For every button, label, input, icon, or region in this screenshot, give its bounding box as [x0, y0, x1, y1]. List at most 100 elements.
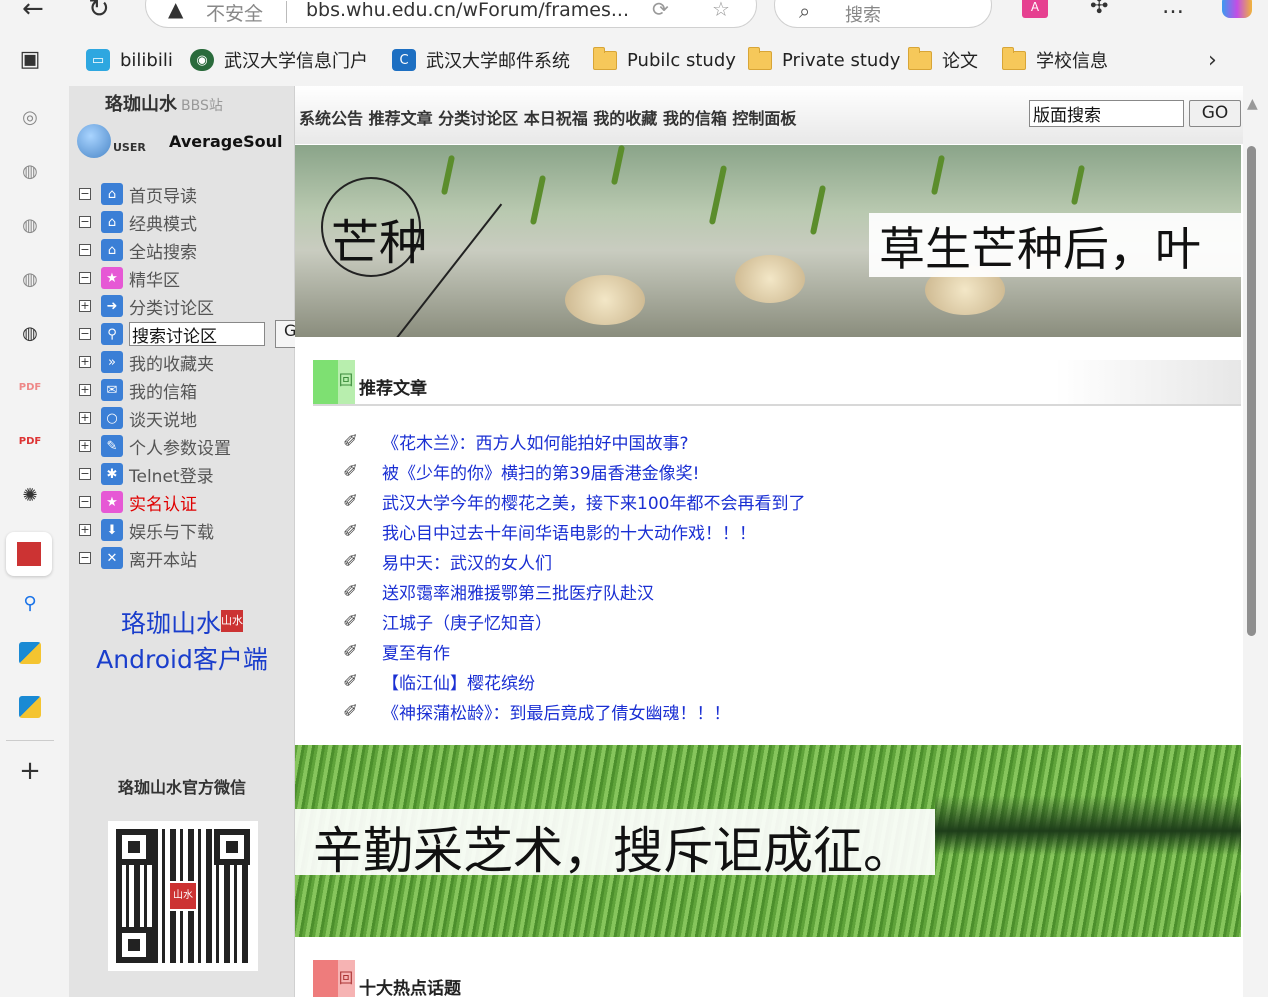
reader-icon[interactable]: ⟳	[652, 0, 669, 21]
tree-item-board-search[interactable]: −⚲G	[79, 320, 305, 348]
expand-box[interactable]: +	[79, 300, 91, 312]
tree-item-home-guide[interactable]: − ⌂ 首页导读	[79, 180, 265, 208]
article-link[interactable]: 夏至有作	[382, 639, 450, 664]
tree-item-downloads[interactable]: + ⬇ 娱乐与下载	[79, 516, 265, 544]
tree-item-label: 我的信箱	[129, 382, 197, 403]
tree-item-chat[interactable]: + ○ 谈天说地	[79, 404, 265, 432]
tree-item-favorites[interactable]: + » 我的收藏夹	[79, 348, 265, 376]
chatgpt-icon[interactable]: ✺	[15, 480, 45, 510]
expand-box[interactable]: +	[79, 524, 91, 536]
article-link[interactable]: 江城子（庚子忆知音）	[382, 609, 552, 634]
go-button[interactable]: GO	[1189, 100, 1241, 127]
browser-search-box[interactable]: ⌕ 搜索	[774, 0, 992, 28]
menu-links[interactable]: 系统公告 推荐文章 分类讨论区 本日祝福 我的收藏 我的信箱 控制面板	[299, 105, 796, 129]
bookmark-folder-private[interactable]: Private study	[748, 46, 900, 74]
straw-hat	[735, 255, 805, 303]
favorite-icon: »	[101, 351, 123, 373]
whu-site-icon[interactable]: ◎	[15, 102, 45, 132]
android-client-link[interactable]: 珞珈山水山水 Android客户端	[69, 606, 295, 678]
url-text[interactable]: bbs.whu.edu.cn/wForum/frames...	[306, 0, 629, 21]
tree-item-real-name[interactable]: − ★ 实名认证	[79, 488, 265, 516]
collapse-box[interactable]: −	[79, 468, 91, 480]
expand-box[interactable]: +	[79, 440, 91, 452]
tree-item-classic-mode[interactable]: − ⌂ 经典模式	[79, 208, 265, 236]
app-icon[interactable]	[19, 642, 41, 664]
refresh-icon[interactable]: ↻	[88, 0, 110, 24]
article-link[interactable]: 被《少年的你》横扫的第39届香港金像奖!	[382, 459, 699, 484]
bookmark-folder-paper[interactable]: 论文	[908, 46, 978, 74]
list-item[interactable]: ✐ 被《少年的你》横扫的第39届香港金像奖!	[343, 456, 805, 486]
bookmark-bilibili[interactable]: ▭ bilibili	[86, 46, 173, 74]
article-link[interactable]: 【临江仙】樱花缤纷	[382, 669, 535, 694]
article-link[interactable]: 武汉大学今年的樱花之美，接下来100年都不会再看到了	[382, 489, 805, 514]
list-item[interactable]: ✐ 江城子（庚子忆知音）	[343, 606, 805, 636]
globe-icon[interactable]: ◍	[15, 264, 45, 294]
username[interactable]: AverageSoul	[169, 132, 282, 151]
address-bar[interactable]: ▲ 不安全 bbs.whu.edu.cn/wForum/frames... ⟳ …	[145, 0, 757, 28]
expand-box[interactable]: +	[79, 384, 91, 396]
tree-item-settings[interactable]: + ✎ 个人参数设置	[79, 432, 265, 460]
tree-item-digest[interactable]: − ★ 精华区	[79, 264, 265, 292]
bookmark-label: Private study	[782, 49, 901, 71]
page-scrollbar[interactable]: ▲	[1243, 86, 1268, 997]
collapse-box[interactable]: −	[79, 272, 91, 284]
recommended-title[interactable]: 推荐文章	[359, 374, 427, 399]
list-item[interactable]: ✐ 《神探蒲松龄》：到最后竟成了倩女幽魂！！！	[343, 696, 805, 726]
app-icon[interactable]	[19, 696, 41, 718]
collapse-box[interactable]: −	[79, 216, 91, 228]
more-menu-icon[interactable]: …	[1162, 0, 1184, 19]
list-item[interactable]: ✐ 易中天：武汉的女人们	[343, 546, 805, 576]
collapse-box[interactable]: −	[79, 328, 91, 340]
article-link[interactable]: 《花木兰》：西方人如何能拍好中国故事?	[382, 429, 689, 454]
tree-item-telnet[interactable]: − ✱ Telnet登录	[79, 460, 265, 488]
bookmark-folder-school[interactable]: 学校信息	[1002, 46, 1108, 74]
article-link[interactable]: 易中天：武汉的女人们	[382, 549, 552, 574]
list-item[interactable]: ✐ 武汉大学今年的樱花之美，接下来100年都不会再看到了	[343, 486, 805, 516]
article-link[interactable]: 《神探蒲松龄》：到最后竟成了倩女幽魂！！！	[382, 699, 731, 724]
bookmark-whu-mail[interactable]: C 武汉大学邮件系统	[392, 46, 570, 74]
chevron-right-icon[interactable]: ›	[1208, 46, 1217, 74]
add-icon[interactable]: +	[15, 756, 45, 786]
bookmark-whu-portal[interactable]: ◉ 武汉大学信息门户	[190, 46, 368, 74]
back-icon[interactable]: ←	[22, 0, 44, 24]
expand-box[interactable]: +	[79, 412, 91, 424]
list-item[interactable]: ✐ 送邓霭率湘雅援鄂第三批医疗队赴汉	[343, 576, 805, 606]
board-search-field[interactable]	[1029, 100, 1184, 127]
collapse-box[interactable]: −	[79, 496, 91, 508]
board-search-input[interactable]	[129, 322, 265, 346]
extensions-icon[interactable]: ✣	[1090, 0, 1108, 19]
bbs-site-icon[interactable]	[6, 532, 52, 576]
bookmark-folder-public[interactable]: Pubilc study	[593, 46, 736, 74]
translate-icon[interactable]: A	[1022, 0, 1048, 18]
list-item[interactable]: ✐ 《花木兰》：西方人如何能拍好中国故事?	[343, 426, 805, 456]
pdf-icon[interactable]: PDF	[15, 372, 45, 402]
copilot-icon[interactable]	[1222, 0, 1252, 18]
favorite-star-icon[interactable]: ☆	[712, 0, 730, 21]
search-icon[interactable]: ⚲	[15, 588, 45, 618]
pdf-icon[interactable]: PDF	[15, 426, 45, 456]
tree-item-categories[interactable]: + ➜ 分类讨论区	[79, 292, 265, 320]
sidebar-toggle-icon[interactable]: ▣	[15, 44, 45, 74]
collapse-box[interactable]: −	[79, 188, 91, 200]
hot-topics-title[interactable]: 十大热点话题	[359, 974, 461, 997]
site-logo[interactable]: 珞珈山水 BBS站	[105, 90, 223, 116]
warning-icon[interactable]: ▲	[168, 0, 183, 21]
scroll-thumb[interactable]	[1247, 146, 1256, 636]
tree-item-mailbox[interactable]: + ✉ 我的信箱	[79, 376, 265, 404]
expand-box[interactable]: +	[79, 356, 91, 368]
scroll-up-icon[interactable]: ▲	[1247, 96, 1258, 112]
collapse-box[interactable]: −	[79, 244, 91, 256]
tree-item-site-search[interactable]: − ⌂ 全站搜索	[79, 236, 265, 264]
globe-icon[interactable]: ◍	[15, 156, 45, 186]
list-item[interactable]: ✐ 【临江仙】樱花缤纷	[343, 666, 805, 696]
globe-icon[interactable]: ◍	[15, 318, 45, 348]
tree-item-leave[interactable]: − ✕ 离开本站	[79, 544, 265, 572]
divider	[286, 1, 287, 23]
globe-icon[interactable]: ◍	[15, 210, 45, 240]
list-item[interactable]: ✐ 夏至有作	[343, 636, 805, 666]
bilibili-icon: ▭	[86, 49, 110, 71]
collapse-box[interactable]: −	[79, 552, 91, 564]
article-link[interactable]: 送邓霭率湘雅援鄂第三批医疗队赴汉	[382, 579, 654, 604]
list-item[interactable]: ✐ 我心目中过去十年间华语电影的十大动作戏！！！	[343, 516, 805, 546]
article-link[interactable]: 我心目中过去十年间华语电影的十大动作戏！！！	[382, 519, 756, 544]
